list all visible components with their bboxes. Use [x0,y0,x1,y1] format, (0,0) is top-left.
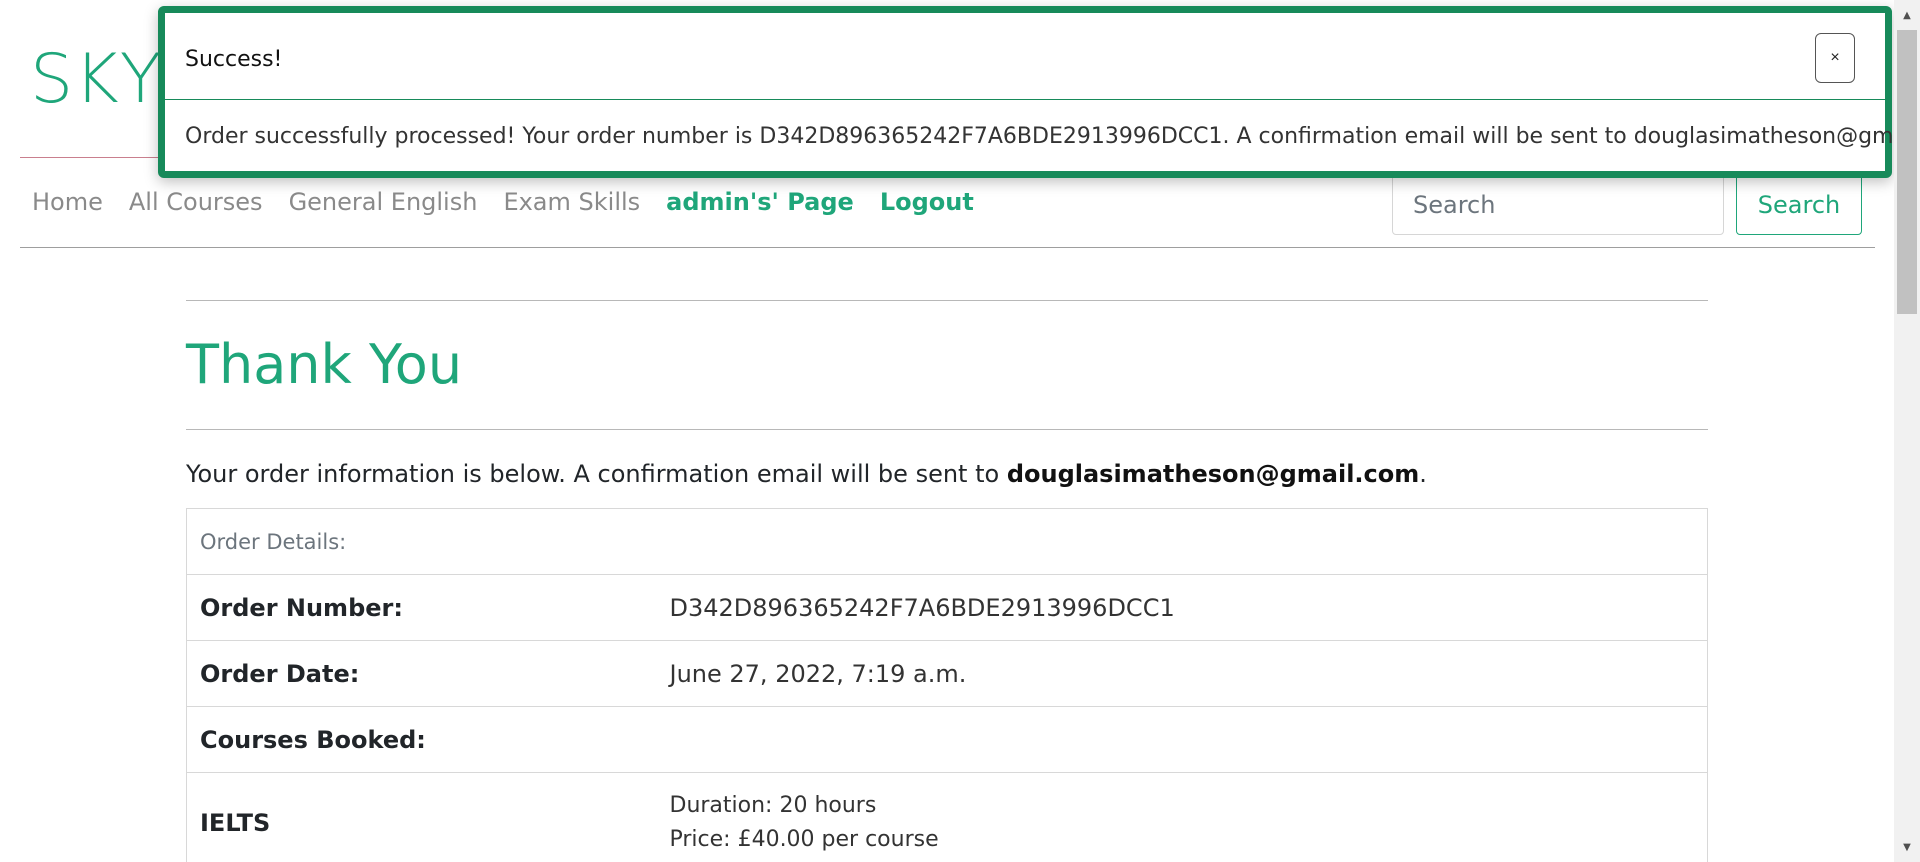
toast-close-button[interactable]: × [1815,33,1855,83]
nav-link-exam-skills[interactable]: Exam Skills [503,188,640,216]
nav-link-admin-page[interactable]: admin's' Page [666,188,854,216]
search-input[interactable] [1392,174,1724,235]
order-details-table: Order Details: Order Number: D342D896365… [186,508,1708,862]
intro-email: douglasimatheson@gmail.com [1006,460,1420,488]
vertical-scrollbar[interactable]: ▲ ▼ [1894,0,1920,862]
search-button[interactable]: Search [1736,174,1862,235]
courses-booked-value [656,706,1708,773]
course-price: Price: £40.00 per course [669,826,939,852]
table-caption: Order Details: [186,508,1708,575]
table-row: Courses Booked: [186,706,1708,773]
nav-link-general-english[interactable]: General English [289,188,478,216]
course-details: Duration: 20 hours Price: £40.00 per cou… [656,772,1708,862]
courses-booked-label: Courses Booked: [186,706,657,773]
brand-logo[interactable]: SKY [30,40,162,119]
table-row: Order Number: D342D896365242F7A6BDE29139… [186,574,1708,641]
nav-link-logout[interactable]: Logout [880,188,974,216]
course-duration: Duration: 20 hours [669,792,877,818]
table-caption-row: Order Details: [186,508,1708,575]
toast-header: Success! × [165,13,1885,100]
order-date-value: June 27, 2022, 7:19 a.m. [656,640,1708,707]
table-row: Order Date: June 27, 2022, 7:19 a.m. [186,640,1708,707]
course-row: IELTS Duration: 20 hours Price: £40.00 p… [186,772,1708,862]
intro-end: . [1419,460,1427,488]
title-bottom-rule [186,429,1708,430]
toast-title: Success! [185,47,283,72]
course-name: IELTS [186,772,657,862]
nav-link-all-courses[interactable]: All Courses [129,188,263,216]
order-intro: Your order information is below. A confi… [186,460,1708,488]
title-top-rule [186,300,1708,301]
order-number-label: Order Number: [186,574,657,641]
main-content: Thank You Your order information is belo… [186,300,1708,862]
scroll-up-icon[interactable]: ▲ [1894,4,1920,26]
success-toast: Success! × Order successfully processed!… [158,6,1920,178]
scroll-down-icon[interactable]: ▼ [1894,836,1920,858]
nav-link-home[interactable]: Home [32,188,103,216]
order-date-label: Order Date: [186,640,657,707]
scroll-thumb[interactable] [1897,30,1917,314]
intro-text: Your order information is below. A confi… [186,460,1007,488]
page-title: Thank You [186,333,463,396]
nav-links: Home All Courses General English Exam Sk… [32,188,974,216]
toast-message: Order successfully processed! Your order… [185,124,1920,149]
navbar: Home All Courses General English Exam Sk… [20,174,1875,248]
order-number-value: D342D896365242F7A6BDE2913996DCC1 [656,574,1708,641]
